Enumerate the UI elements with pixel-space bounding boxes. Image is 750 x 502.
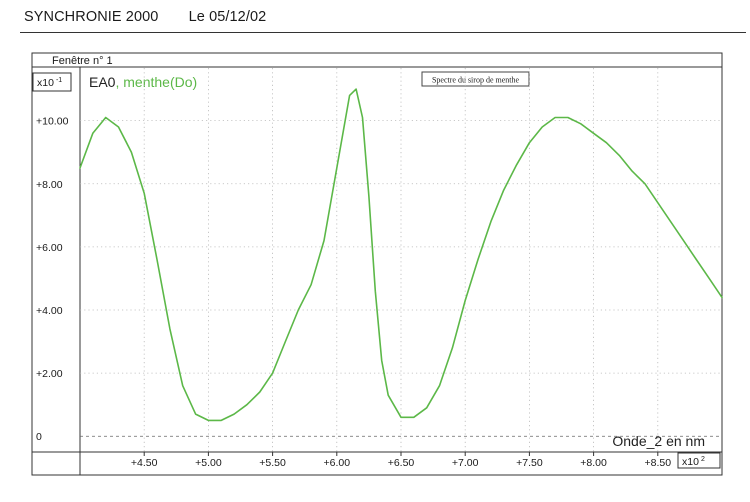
y-tick-label: +10.00	[36, 116, 69, 128]
y-tick-label: +2.00	[36, 368, 63, 380]
x-tick-label: +6.50	[388, 457, 415, 469]
grid	[80, 68, 722, 452]
tick-labels: +4.50 +5.00 +5.50 +6.00 +6.50 +7.00 +7.50 +8.00…	[36, 116, 671, 469]
y-tick-label: +6.00	[36, 242, 63, 254]
window-frame	[31, 52, 723, 476]
x-tick-label: +4.50	[131, 457, 158, 469]
x-tick-label: +6.00	[324, 457, 351, 469]
x-tick-label: +5.00	[195, 457, 222, 469]
window-title: Fenêtre n° 1	[52, 55, 113, 67]
series-legend-label: EA0, menthe(Do)	[89, 74, 197, 90]
y-tick-label: +8.00	[36, 179, 63, 191]
x-tick-label: +7.50	[516, 457, 543, 469]
x-tick-label: +5.50	[259, 457, 286, 469]
y-tick-label: 0	[36, 431, 42, 443]
x-tick-label: +8.50	[645, 457, 672, 469]
x-tick-label: +8.00	[580, 457, 607, 469]
x-tick-label: +7.00	[452, 457, 479, 469]
y-tick-label: +4.00	[36, 305, 63, 317]
x-axis-title: Onde_2 en nm	[612, 433, 705, 449]
spectrum-chart: Fenêtre n° 1 x10 -1 x10 2 EA0, menthe(Do) …	[31, 52, 723, 476]
annotation-text: Spectre du sirop de menthe	[432, 76, 520, 85]
